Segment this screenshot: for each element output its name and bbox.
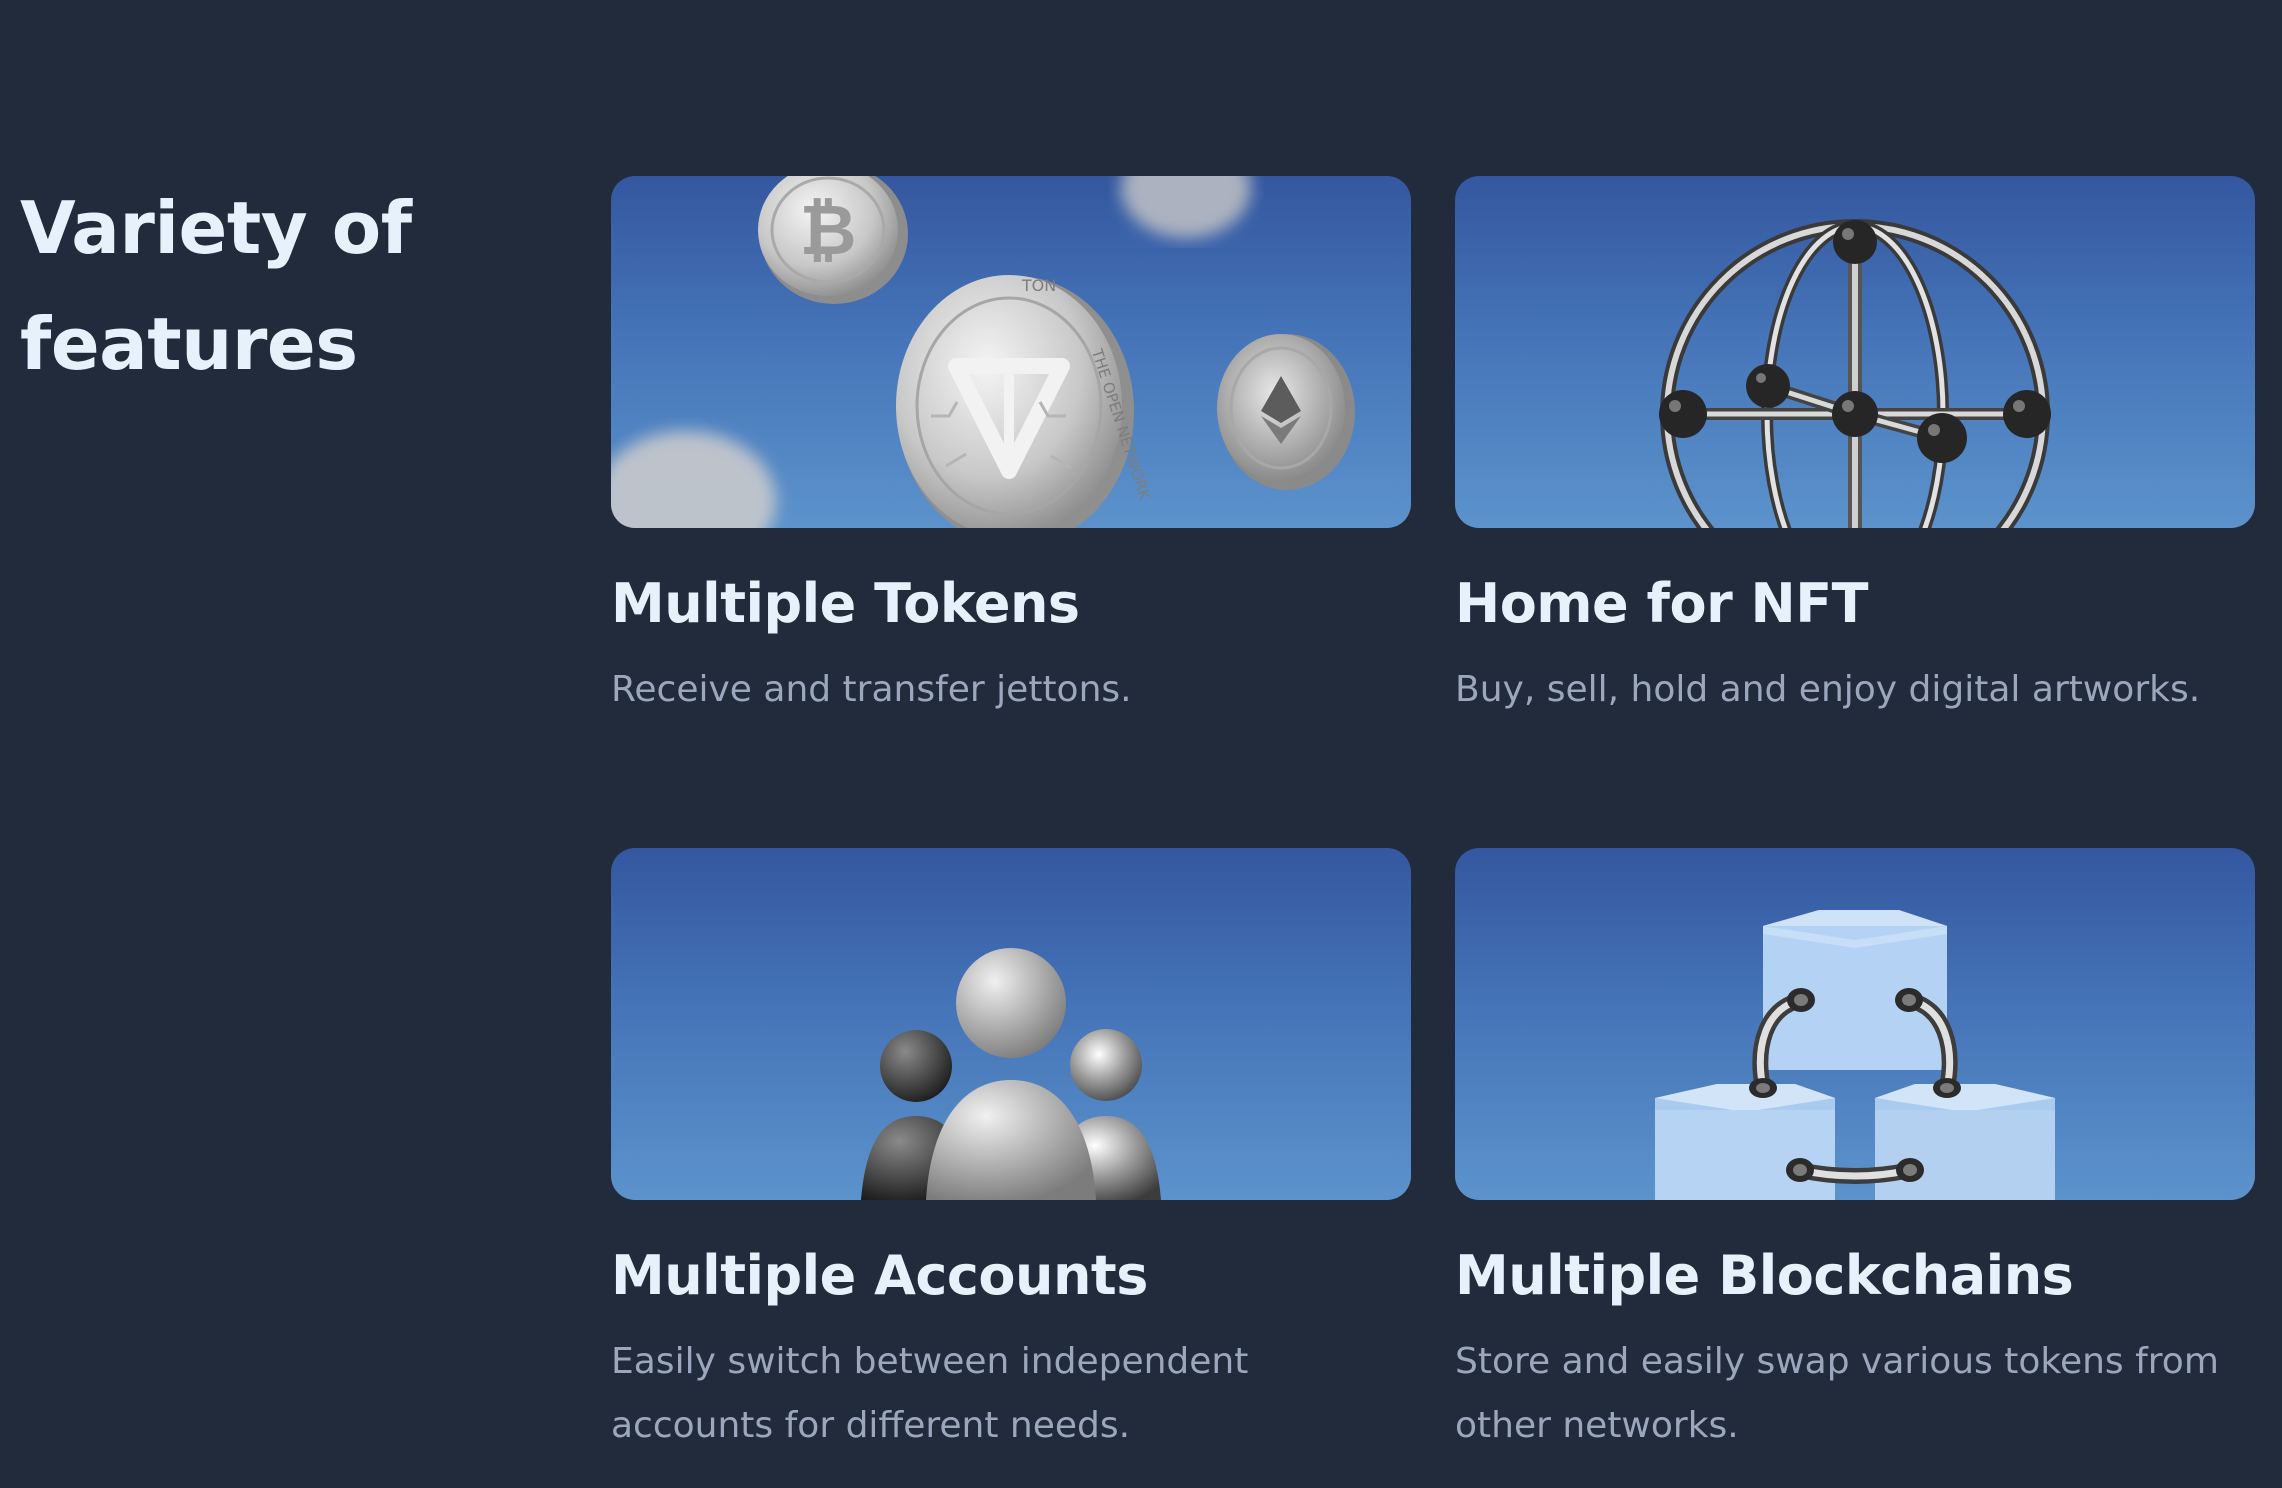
card-description: Buy, sell, hold and enjoy digital artwor… [1455, 669, 2201, 710]
globe-wireframe-illustration [1455, 176, 2255, 528]
card-description: Easily switch between independent accoun… [611, 1341, 1249, 1446]
feature-card-home-for-nft: Home for NFT Buy, sell, hold and enjoy d… [1455, 176, 2255, 722]
feature-card-multiple-blockchains: Multiple Blockchains Store and easily sw… [1455, 848, 2255, 1458]
card-description: Receive and transfer jettons. [611, 669, 1132, 710]
coins-illustration: ₿ TON THE OPEN NETWORK [611, 176, 1411, 528]
card-description: Store and easily swap various tokens fro… [1455, 1341, 2219, 1446]
coins-icon: ₿ TON THE OPEN NETWORK [611, 176, 1355, 528]
card-title: Multiple Tokens [611, 572, 1080, 635]
blocks-icon [1655, 910, 2055, 1200]
globe-icon [1659, 219, 2051, 528]
ton-coin-icon: TON THE OPEN NETWORK [896, 275, 1154, 528]
feature-card-multiple-accounts: Multiple Accounts Easily switch between … [611, 848, 1411, 1458]
people-icon [861, 948, 1161, 1200]
ethereum-coin-icon [1217, 334, 1355, 490]
card-title: Multiple Blockchains [1455, 1244, 2074, 1307]
svg-text:₿: ₿ [799, 189, 856, 271]
card-title: Home for NFT [1455, 572, 1868, 635]
linked-blocks-illustration [1455, 848, 2255, 1200]
card-title: Multiple Accounts [611, 1244, 1148, 1307]
ton-coin-label: TON [1021, 276, 1056, 295]
section-title: Variety of features [20, 186, 412, 386]
people-illustration [611, 848, 1411, 1200]
bitcoin-coin-icon: ₿ [758, 176, 908, 304]
feature-card-multiple-tokens: ₿ TON THE OPEN NETWORK Multiple Tokens R… [611, 176, 1411, 722]
